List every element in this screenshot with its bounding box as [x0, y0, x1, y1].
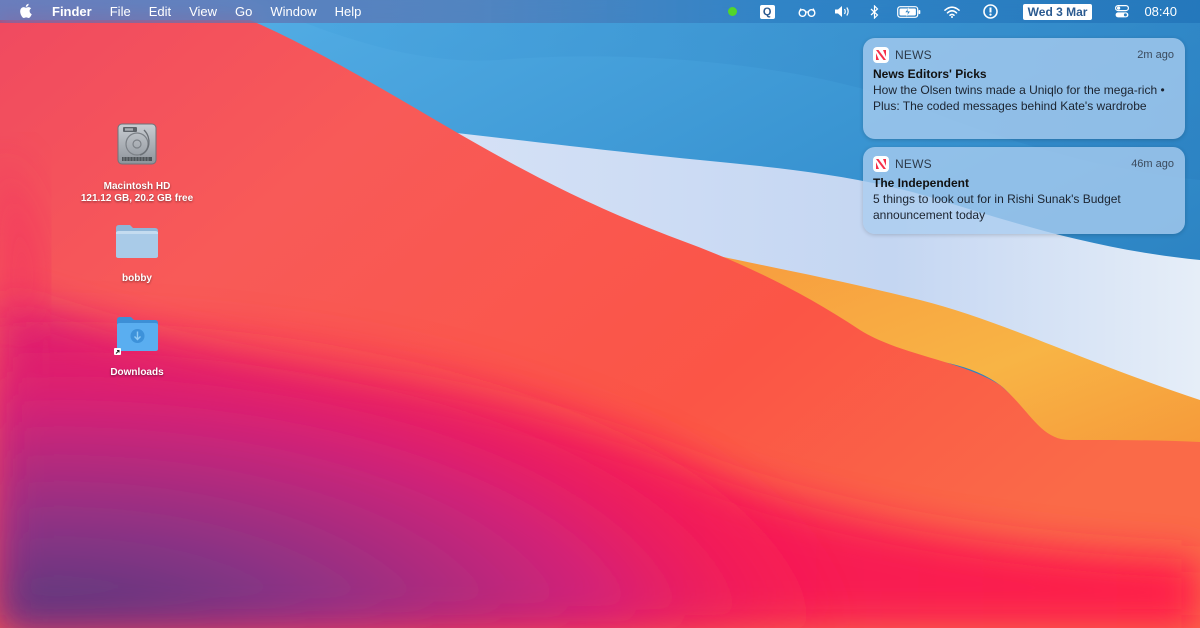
- notification-app: NEWS: [873, 156, 932, 172]
- notification-title: News Editors' Picks: [873, 67, 987, 81]
- notification-app-name: NEWS: [895, 48, 932, 62]
- apple-menu-button[interactable]: [6, 0, 44, 23]
- bluetooth-status-item[interactable]: [870, 0, 879, 23]
- volume-status-item[interactable]: [834, 0, 852, 23]
- notification-news-editors-picks[interactable]: NEWS 2m ago News Editors' Picks How the …: [863, 38, 1185, 139]
- notification-time: 2m ago: [1137, 49, 1174, 61]
- date-badge: Wed 3 Mar: [1022, 3, 1093, 20]
- notification-app: NEWS: [873, 47, 932, 63]
- menu-bar-status-area: Q Wed 3 Mar 08:40: [719, 0, 1200, 23]
- wifi-icon: [943, 5, 960, 18]
- downloads-folder-icon: [114, 314, 160, 361]
- menu-view[interactable]: View: [180, 0, 226, 23]
- 1password-status-item[interactable]: [982, 0, 998, 23]
- notification-the-independent[interactable]: NEWS 46m ago The Independent 5 things to…: [863, 147, 1185, 234]
- apple-news-icon: [873, 47, 889, 63]
- notification-time: 46m ago: [1131, 158, 1174, 170]
- menu-bar-left: Finder File Edit View Go Window Help: [0, 0, 370, 23]
- menu-edit[interactable]: Edit: [140, 0, 180, 23]
- menu-bar-clock[interactable]: 08:40: [1144, 0, 1177, 23]
- apple-news-icon: [873, 156, 889, 172]
- control-center-icon: [1115, 5, 1130, 18]
- desktop-icon-label: Downloads: [110, 367, 164, 378]
- volume-icon: [834, 5, 852, 18]
- desktop-icon-subtitle: 121.12 GB, 20.2 GB free: [80, 193, 194, 204]
- bluetooth-icon: [870, 4, 879, 19]
- hard-drive-icon: [116, 122, 158, 171]
- desktop-icon-macintosh-hd[interactable]: Macintosh HD 121.12 GB, 20.2 GB free: [72, 122, 202, 205]
- q-app-icon: Q: [759, 4, 775, 19]
- notification-body: How the Olsen twins made a Uniqlo for th…: [873, 83, 1165, 113]
- menu-help[interactable]: Help: [326, 0, 371, 23]
- notification-body: 5 things to look out for in Rishi Sunak'…: [873, 192, 1121, 222]
- folder-icon: [114, 222, 160, 265]
- desktop-icon-label: bobby: [122, 273, 152, 284]
- green-status-item[interactable]: [727, 0, 737, 23]
- notification-title: The Independent: [873, 176, 969, 190]
- q-app-status-item[interactable]: Q: [759, 0, 775, 23]
- notification-header: NEWS 46m ago: [873, 156, 1174, 172]
- apple-logo-icon: [19, 3, 32, 21]
- desktop-icon-label: Macintosh HD: [103, 181, 171, 192]
- menu-window[interactable]: Window: [261, 0, 325, 23]
- notification-app-name: NEWS: [895, 157, 932, 171]
- notification-header: NEWS 2m ago: [873, 47, 1174, 63]
- menu-file[interactable]: File: [101, 0, 140, 23]
- battery-status-item[interactable]: [896, 0, 921, 23]
- date-status-item[interactable]: Wed 3 Mar: [1022, 0, 1093, 23]
- wifi-status-item[interactable]: [943, 0, 960, 23]
- menu-go[interactable]: Go: [226, 0, 261, 23]
- menu-bar: Finder File Edit View Go Window Help Q W…: [0, 0, 1200, 23]
- desktop-icon-downloads[interactable]: Downloads: [72, 314, 202, 379]
- glasses-status-item[interactable]: [798, 0, 816, 23]
- control-center-button[interactable]: [1115, 0, 1130, 23]
- 1password-icon: [982, 4, 998, 19]
- desktop-icon-bobby[interactable]: bobby: [72, 222, 202, 285]
- green-status-dot-icon: [727, 7, 737, 16]
- glasses-icon: [798, 7, 816, 17]
- battery-charging-icon: [896, 5, 921, 18]
- menu-finder[interactable]: Finder: [44, 0, 101, 23]
